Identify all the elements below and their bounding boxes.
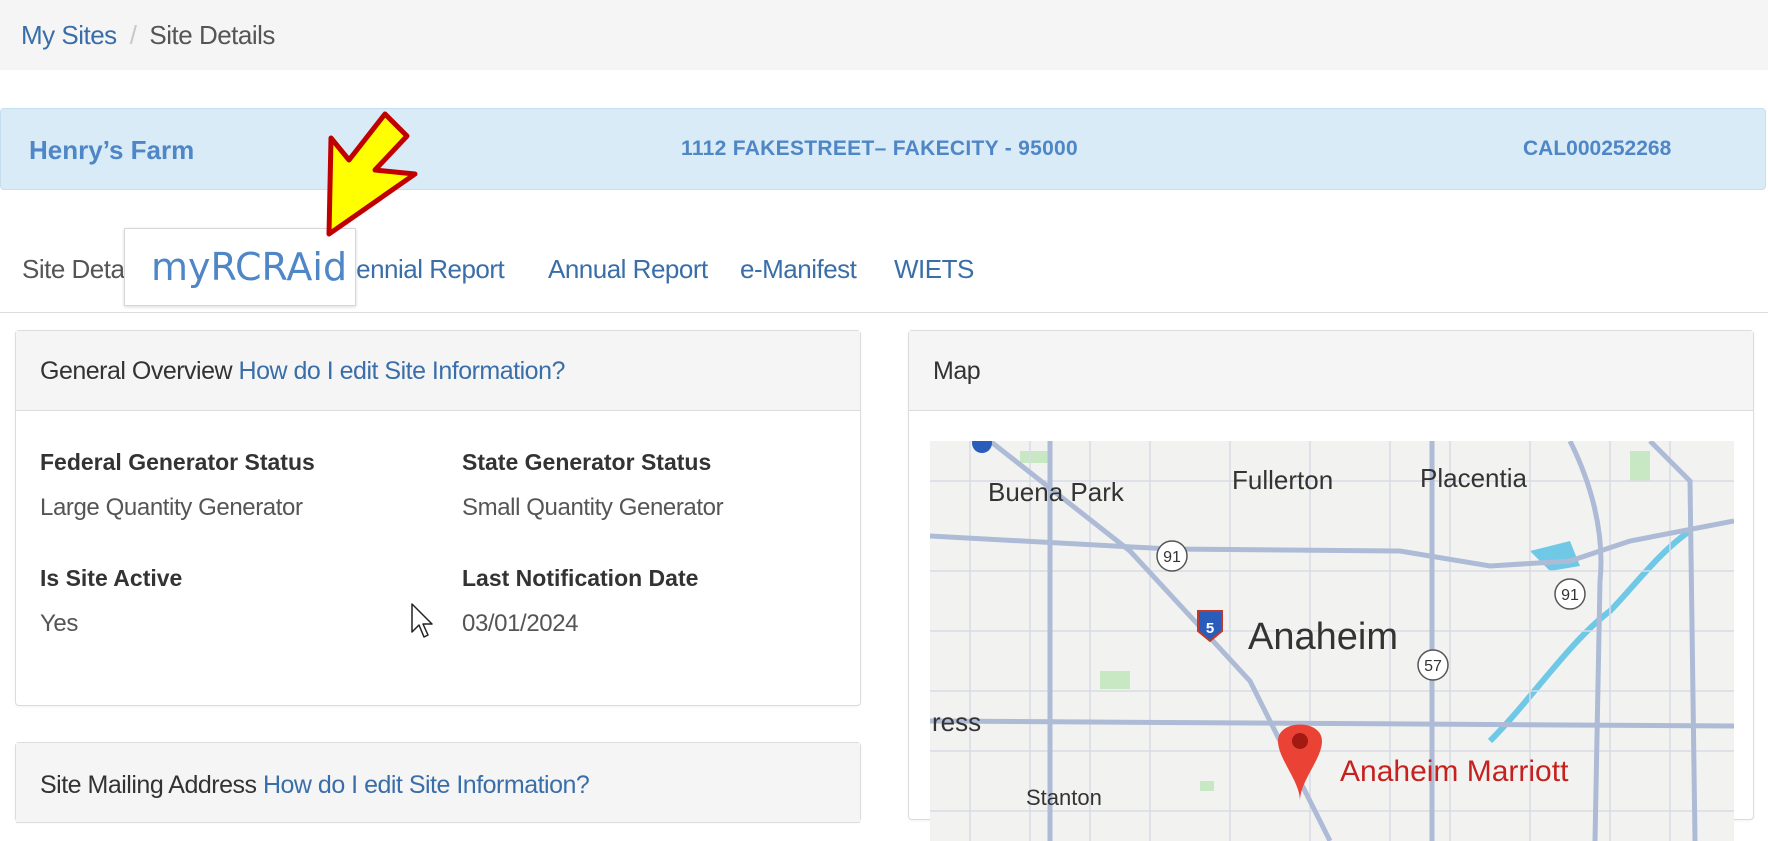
hwy-91-west-label: 91	[1163, 549, 1181, 566]
mailing-address-heading: Site Mailing Address How do I edit Site …	[16, 743, 860, 823]
map-label-marriott: Anaheim Marriott	[1340, 755, 1569, 788]
edit-site-info-link[interactable]: How do I edit Site Information?	[239, 357, 566, 385]
map-label-fullerton: Fullerton	[1232, 465, 1333, 495]
breadcrumb-my-sites-link[interactable]: My Sites	[21, 20, 117, 50]
site-active-value: Yes	[40, 610, 78, 637]
notification-date-label: Last Notification Date	[462, 565, 699, 591]
general-overview-heading: General Overview How do I edit Site Info…	[16, 331, 860, 411]
map-label-ress: ress	[932, 707, 981, 737]
mailing-address-title-text: Site Mailing Address	[40, 771, 257, 799]
site-epa-id: CAL000252268	[1523, 137, 1672, 160]
state-status-value: Small Quantity Generator	[462, 494, 724, 521]
map-panel: Map 91 91 57 5 Buena Park Fullerton Plac…	[908, 330, 1754, 841]
federal-status-value: Large Quantity Generator	[40, 494, 303, 521]
map-canvas[interactable]: 91 91 57 5 Buena Park Fullerton Placenti…	[930, 441, 1734, 841]
myrcraid-callout: myRCRAid	[124, 228, 356, 306]
state-status-label: State Generator Status	[462, 449, 712, 475]
breadcrumb: My Sites / Site Details	[21, 20, 275, 51]
breadcrumb-current: Site Details	[149, 20, 275, 50]
notification-date-value: 03/01/2024	[462, 610, 579, 637]
map-label-stanton: Stanton	[1026, 785, 1102, 810]
tab-biennial-report[interactable]: Biennial Report	[334, 254, 505, 285]
general-overview-title-text: General Overview	[40, 357, 233, 385]
general-overview-title: General Overview How do I edit Site Info…	[40, 357, 565, 386]
callout-arrow-icon	[326, 111, 418, 237]
general-overview-panel: General Overview How do I edit Site Info…	[15, 330, 861, 706]
mouse-cursor-icon	[411, 603, 433, 638]
federal-status-label: Federal Generator Status	[40, 449, 315, 475]
tab-wiets[interactable]: WIETS	[894, 254, 974, 285]
map-label-buena-park: Buena Park	[988, 477, 1125, 507]
site-name: Henry’s Farm	[29, 135, 195, 165]
site-address: 1112 FAKESTREET– FAKECITY - 95000	[681, 137, 1079, 160]
map-title: Map	[933, 357, 981, 385]
myrcraid-callout-text: myRCRAid	[151, 245, 348, 289]
interstate-5-label: 5	[1206, 620, 1214, 637]
breadcrumb-bar: My Sites / Site Details	[0, 0, 1768, 70]
mailing-address-title: Site Mailing Address How do I edit Site …	[40, 771, 590, 800]
hwy-57-label: 57	[1424, 658, 1442, 675]
tab-e-manifest[interactable]: e-Manifest	[740, 254, 857, 285]
map-heading: Map	[909, 331, 1753, 411]
site-active-label: Is Site Active	[40, 565, 183, 591]
breadcrumb-separator: /	[129, 20, 137, 50]
map-view[interactable]: 91 91 57 5 Buena Park Fullerton Placenti…	[930, 441, 1734, 841]
hwy-91-east-label: 91	[1561, 587, 1579, 604]
site-banner: Henry’s Farm 1112 FAKESTREET– FAKECITY -…	[0, 108, 1766, 190]
tab-annual-report[interactable]: Annual Report	[548, 254, 708, 285]
mailing-edit-site-info-link[interactable]: How do I edit Site Information?	[263, 771, 590, 799]
map-label-placentia: Placentia	[1420, 463, 1527, 493]
map-label-anaheim: Anaheim	[1248, 616, 1398, 658]
mailing-address-panel: Site Mailing Address How do I edit Site …	[15, 742, 861, 823]
